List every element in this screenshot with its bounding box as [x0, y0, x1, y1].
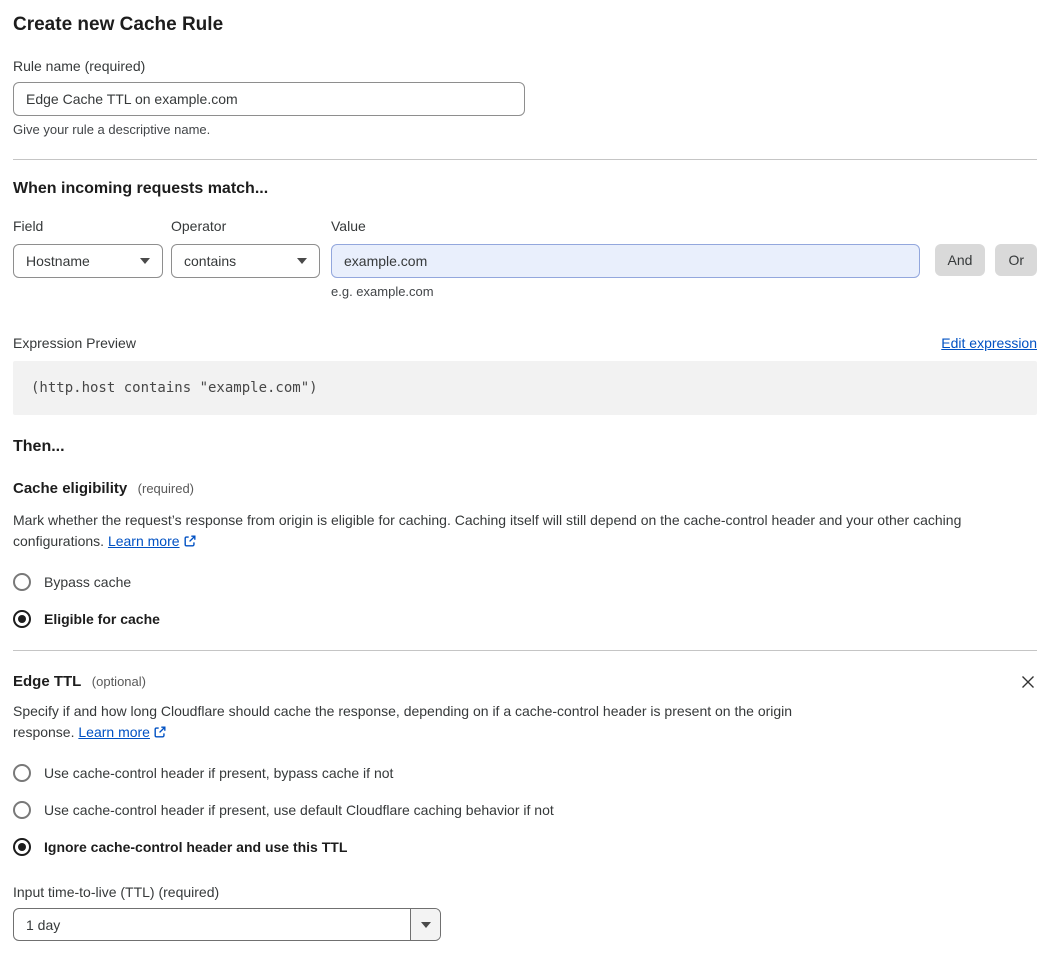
section-divider	[13, 159, 1037, 160]
rule-name-group: Rule name (required) Give your rule a de…	[13, 58, 1037, 137]
field-column: Field Hostname	[13, 218, 163, 299]
radio-option-ignore-header-use-ttl[interactable]: Ignore cache-control header and use this…	[13, 838, 1037, 856]
radio-icon	[13, 573, 31, 591]
ttl-select-arrow-segment[interactable]	[410, 909, 440, 940]
radio-dot	[18, 615, 26, 623]
expression-preview-row: Expression Preview Edit expression	[13, 335, 1037, 351]
edge-ttl-heading-row: Edge TTL (optional)	[13, 673, 1037, 691]
learn-more-label: Learn more	[78, 724, 150, 740]
expression-code-box: (http.host contains "example.com")	[13, 361, 1037, 415]
match-heading: When incoming requests match...	[13, 180, 269, 197]
value-label: Value	[331, 218, 366, 234]
then-heading: Then...	[13, 438, 65, 455]
ttl-label: Input time-to-live (TTL) (required)	[13, 884, 220, 900]
operator-select-value: contains	[184, 253, 237, 269]
chevron-down-icon	[420, 921, 431, 928]
match-expression-row: Field Hostname Operator contains Value e…	[13, 218, 1037, 299]
page-title: Create new Cache Rule	[13, 14, 224, 35]
edge-ttl-description: Specify if and how long Cloudflare shoul…	[13, 701, 845, 743]
radio-option-eligible-for-cache[interactable]: Eligible for cache	[13, 610, 1037, 628]
rule-name-help: Give your rule a descriptive name.	[13, 122, 211, 137]
radio-option-label: Bypass cache	[44, 574, 132, 590]
rule-name-label: Rule name (required)	[13, 58, 146, 74]
operator-column: Operator contains	[171, 218, 320, 299]
cache-eligibility-required-note: (required)	[137, 481, 195, 496]
expression-preview-label: Expression Preview	[13, 335, 136, 351]
value-input[interactable]	[331, 244, 920, 278]
edge-ttl-learn-more-link[interactable]: Learn more	[78, 724, 167, 740]
radio-option-use-header-default[interactable]: Use cache-control header if present, use…	[13, 801, 1037, 819]
radio-icon	[13, 610, 31, 628]
operator-select[interactable]: contains	[171, 244, 320, 278]
chevron-down-icon	[140, 258, 150, 264]
operator-label: Operator	[171, 218, 227, 234]
close-icon[interactable]	[1019, 674, 1037, 692]
radio-option-label: Use cache-control header if present, use…	[44, 802, 554, 818]
value-column: Value e.g. example.com	[331, 218, 920, 299]
learn-more-label: Learn more	[107, 533, 180, 549]
field-select[interactable]: Hostname	[13, 244, 163, 278]
edge-ttl-heading: Edge TTL	[13, 673, 82, 690]
and-button[interactable]: And	[934, 244, 986, 276]
radio-option-label: Ignore cache-control header and use this…	[44, 839, 348, 855]
and-or-buttons: And Or	[934, 218, 1037, 299]
ttl-select[interactable]: 1 day	[13, 908, 441, 941]
field-label: Field	[13, 218, 44, 234]
cache-eligibility-learn-more-link[interactable]: Learn more	[108, 533, 197, 549]
edge-ttl-optional-note: (optional)	[91, 674, 146, 689]
section-divider	[13, 650, 1037, 651]
chevron-down-icon	[297, 258, 307, 264]
field-select-value: Hostname	[26, 253, 90, 269]
radio-option-bypass-cache[interactable]: Bypass cache	[13, 573, 1037, 591]
or-button[interactable]: Or	[995, 244, 1037, 276]
value-help: e.g. example.com	[331, 284, 434, 299]
cache-eligibility-heading-row: Cache eligibility (required)	[13, 480, 1037, 498]
external-link-icon	[184, 535, 196, 547]
expression-code: (http.host contains "example.com")	[31, 380, 318, 396]
rule-name-input[interactable]	[13, 82, 525, 116]
edit-expression-link[interactable]: Edit expression	[941, 335, 1037, 351]
radio-dot	[18, 843, 26, 851]
radio-icon	[13, 838, 31, 856]
radio-option-label: Use cache-control header if present, byp…	[44, 765, 394, 781]
radio-icon	[13, 764, 31, 782]
cache-eligibility-description: Mark whether the request’s response from…	[13, 510, 1037, 552]
create-cache-rule-form: Create new Cache Rule Rule name (require…	[13, 14, 1037, 941]
radio-option-label: Eligible for cache	[44, 611, 160, 627]
ttl-select-value: 1 day	[26, 916, 61, 933]
cache-eligibility-heading: Cache eligibility	[13, 480, 128, 497]
ttl-input-group: Input time-to-live (TTL) (required) 1 da…	[13, 884, 1037, 941]
radio-icon	[13, 801, 31, 819]
radio-option-use-header-bypass[interactable]: Use cache-control header if present, byp…	[13, 764, 1037, 782]
external-link-icon	[154, 726, 166, 738]
